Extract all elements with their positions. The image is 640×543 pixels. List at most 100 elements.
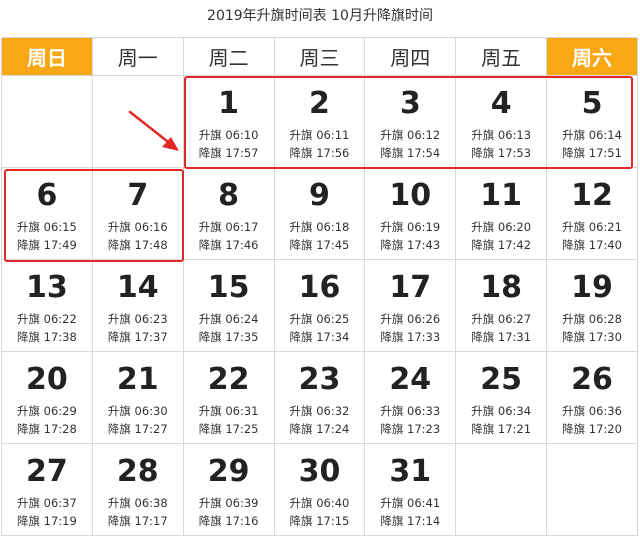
arrow-icon (128, 110, 179, 151)
flag-lowering-time: 降旗 17:31 (471, 330, 532, 344)
flag-lowering-time: 降旗 17:43 (380, 238, 441, 252)
weekday-header-row: 周日 周一 周二 周三 周四 周五 周六 (1, 37, 638, 76)
flag-raising-time: 升旗 06:20 (471, 220, 532, 234)
day-cell: 8 升旗 06:17 降旗 17:46 (182, 167, 275, 260)
day-cell: 31 升旗 06:41 降旗 17:14 (364, 443, 457, 536)
flag-raising-time: 升旗 06:41 (380, 496, 441, 510)
day-cell: 26 升旗 06:36 降旗 17:20 (546, 351, 638, 444)
flag-raising-time: 升旗 06:27 (471, 312, 532, 326)
flag-lowering-time: 降旗 17:45 (289, 238, 350, 252)
weekday-header-friday: 周五 (455, 37, 548, 76)
day-cell: 12 升旗 06:21 降旗 17:40 (546, 167, 638, 260)
flag-raising-time: 升旗 06:33 (380, 404, 441, 418)
day-cell: 30 升旗 06:40 降旗 17:15 (273, 443, 366, 536)
flag-lowering-time: 降旗 17:38 (17, 330, 77, 344)
flag-raising-time: 升旗 06:32 (289, 404, 350, 418)
day-number: 26 (571, 362, 613, 397)
flag-lowering-time: 降旗 17:35 (198, 330, 259, 344)
empty-cell (1, 75, 93, 168)
day-number: 13 (26, 270, 68, 305)
day-cell: 25 升旗 06:34 降旗 17:21 (455, 351, 548, 444)
day-cell: 24 升旗 06:33 降旗 17:23 (364, 351, 457, 444)
day-number: 28 (116, 454, 159, 489)
flag-raising-time: 升旗 06:17 (198, 220, 259, 234)
day-cell: 20 升旗 06:29 降旗 17:28 (1, 351, 93, 444)
day-number: 20 (26, 362, 68, 397)
highlight-box-week1 (184, 76, 633, 169)
flag-raising-time: 升旗 06:31 (198, 404, 259, 418)
week-row: 13 升旗 06:22 降旗 17:38 14 升旗 06:23 降旗 17:37 15 升旗… (1, 259, 638, 352)
flag-raising-time: 升旗 06:39 (198, 496, 259, 510)
day-number: 12 (571, 178, 613, 213)
day-number: 19 (571, 270, 613, 305)
day-cell: 28 升旗 06:38 降旗 17:17 (91, 443, 184, 536)
day-number: 9 (309, 178, 330, 213)
flag-lowering-time: 降旗 17:19 (17, 514, 77, 528)
day-number: 31 (389, 454, 432, 489)
flag-raising-time: 升旗 06:24 (198, 312, 259, 326)
flag-raising-time: 升旗 06:36 (562, 404, 622, 418)
weekday-header-tuesday: 周二 (182, 37, 275, 76)
flag-lowering-time: 降旗 17:34 (289, 330, 350, 344)
day-number: 30 (298, 454, 341, 489)
weekday-header-sunday: 周日 (1, 37, 93, 76)
day-cell: 15 升旗 06:24 降旗 17:35 (182, 259, 275, 352)
flag-lowering-time: 降旗 17:24 (289, 422, 350, 436)
day-cell: 13 升旗 06:22 降旗 17:38 (1, 259, 93, 352)
flag-raising-time: 升旗 06:38 (107, 496, 168, 510)
day-cell: 9 升旗 06:18 降旗 17:45 (273, 167, 366, 260)
weekday-header-saturday: 周六 (546, 37, 638, 76)
weekday-header-monday: 周一 (91, 37, 184, 76)
day-number: 23 (298, 362, 341, 397)
week-row: 27 升旗 06:37 降旗 17:19 28 升旗 06:38 降旗 17:17 29 升旗… (1, 443, 638, 536)
day-number: 21 (116, 362, 159, 397)
flag-raising-time: 升旗 06:23 (107, 312, 168, 326)
flag-lowering-time: 降旗 17:23 (380, 422, 441, 436)
flag-raising-time: 升旗 06:26 (380, 312, 441, 326)
day-cell: 11 升旗 06:20 降旗 17:42 (455, 167, 548, 260)
day-number: 22 (207, 362, 250, 397)
day-cell: 27 升旗 06:37 降旗 17:19 (1, 443, 93, 536)
day-cell: 21 升旗 06:30 降旗 17:27 (91, 351, 184, 444)
day-number: 27 (26, 454, 68, 489)
empty-cell (455, 443, 548, 536)
day-number: 18 (480, 270, 523, 305)
flag-lowering-time: 降旗 17:20 (562, 422, 622, 436)
day-number: 11 (480, 178, 523, 213)
flag-raising-time: 升旗 06:22 (17, 312, 77, 326)
day-number: 10 (389, 178, 432, 213)
flag-raising-time: 升旗 06:19 (380, 220, 441, 234)
flag-raising-time: 升旗 06:28 (562, 312, 622, 326)
flag-lowering-time: 降旗 17:30 (562, 330, 622, 344)
flag-lowering-time: 降旗 17:16 (198, 514, 259, 528)
flag-raising-time: 升旗 06:30 (107, 404, 168, 418)
day-number: 14 (116, 270, 159, 305)
day-number: 17 (389, 270, 432, 305)
highlight-box-week2 (4, 169, 184, 262)
flag-raising-time: 升旗 06:18 (289, 220, 350, 234)
weekday-header-wednesday: 周三 (273, 37, 366, 76)
flag-lowering-time: 降旗 17:42 (471, 238, 532, 252)
day-number: 24 (389, 362, 432, 397)
flag-lowering-time: 降旗 17:46 (198, 238, 259, 252)
flag-raising-time: 升旗 06:25 (289, 312, 350, 326)
day-cell: 10 升旗 06:19 降旗 17:43 (364, 167, 457, 260)
day-number: 29 (207, 454, 250, 489)
day-cell: 14 升旗 06:23 降旗 17:37 (91, 259, 184, 352)
day-number: 15 (207, 270, 250, 305)
flag-lowering-time: 降旗 17:14 (380, 514, 441, 528)
flag-lowering-time: 降旗 17:27 (107, 422, 168, 436)
empty-cell (546, 443, 638, 536)
flag-lowering-time: 降旗 17:40 (562, 238, 622, 252)
flag-raising-time: 升旗 06:21 (562, 220, 622, 234)
day-cell: 18 升旗 06:27 降旗 17:31 (455, 259, 548, 352)
day-cell: 29 升旗 06:39 降旗 17:16 (182, 443, 275, 536)
day-cell: 17 升旗 06:26 降旗 17:33 (364, 259, 457, 352)
day-cell: 19 升旗 06:28 降旗 17:30 (546, 259, 638, 352)
flag-lowering-time: 降旗 17:28 (17, 422, 77, 436)
weekday-header-thursday: 周四 (364, 37, 457, 76)
flag-lowering-time: 降旗 17:21 (471, 422, 532, 436)
flag-raising-time: 升旗 06:37 (17, 496, 77, 510)
day-number: 16 (298, 270, 341, 305)
flag-lowering-time: 降旗 17:33 (380, 330, 441, 344)
